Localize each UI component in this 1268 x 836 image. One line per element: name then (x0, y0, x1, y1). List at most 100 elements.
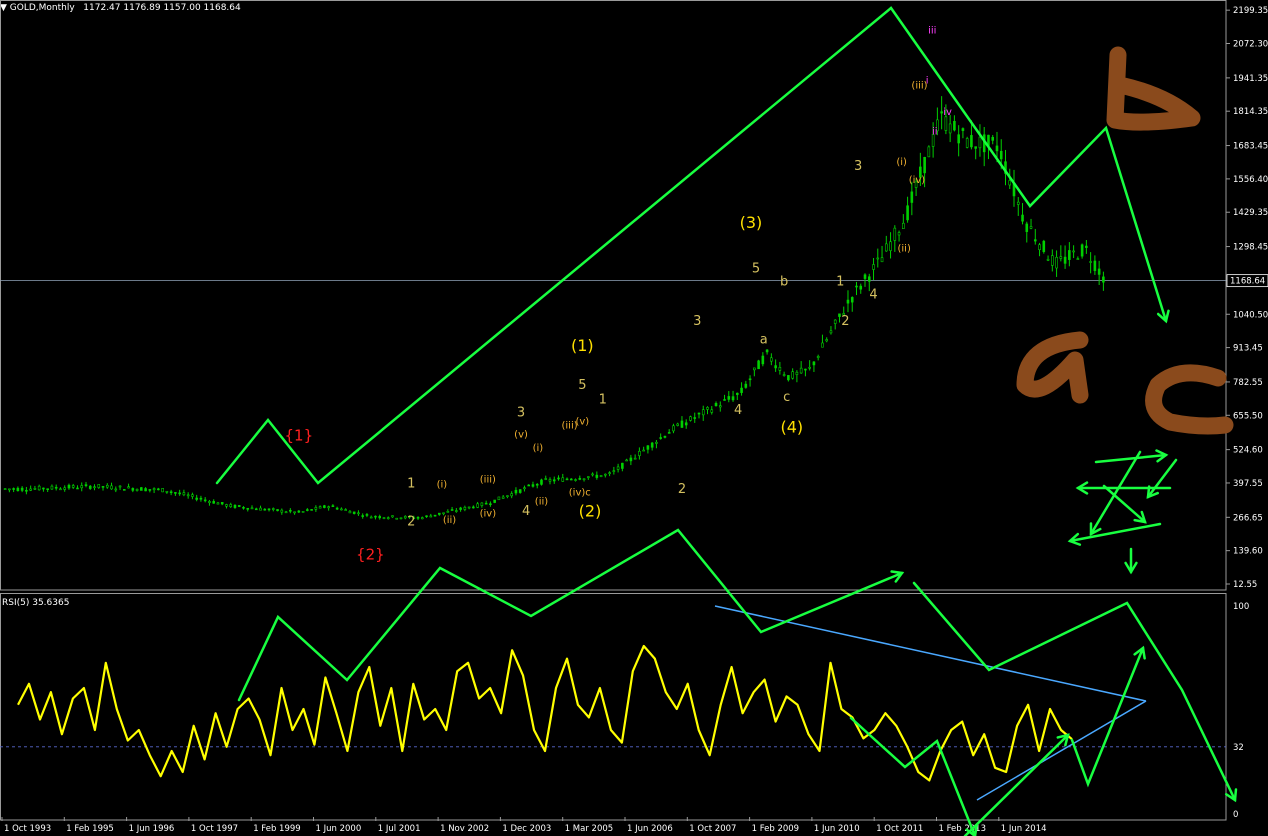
rsi-lower-trendline (976, 700, 1147, 801)
price-candle-body (876, 257, 880, 260)
price-candle-body (250, 507, 254, 510)
price-candle-body (991, 136, 995, 141)
wave-label: (ii) (443, 515, 456, 526)
price-candle-body (965, 138, 969, 148)
price-candle-body (527, 484, 531, 487)
price-candle-body (859, 285, 863, 290)
hand-drawn-c (1145, 364, 1234, 435)
price-candle-body (271, 508, 275, 510)
price-axis-label: 266.65 (1233, 513, 1263, 523)
price-candle-body (37, 485, 41, 491)
time-axis-label: 1 Mar 2005 (565, 824, 613, 834)
price-candle-body (833, 319, 837, 324)
price-candle-body (1055, 256, 1058, 269)
time-axis-label: 1 Feb 1995 (66, 824, 114, 834)
price-candle-body (480, 502, 484, 506)
price-candle-body (497, 496, 501, 501)
price-candle-body (93, 486, 96, 489)
price-candle-body (463, 506, 467, 510)
projection-arrow (1070, 646, 1145, 788)
price-candle-body (229, 504, 233, 508)
price-candle-body (1038, 244, 1041, 250)
price-axis-label: 1683.45 (1233, 142, 1268, 152)
price-candle-body (1033, 239, 1037, 242)
price-candle-body (293, 511, 296, 514)
price-candle-body (625, 459, 628, 462)
projection-arrow (1089, 450, 1142, 536)
price-axis-label: 1941.35 (1233, 74, 1268, 84)
price-candle-body (897, 232, 901, 236)
time-axis-label: 1 Oct 2007 (689, 824, 736, 834)
price-candle-body (948, 123, 952, 134)
price-candle-body (697, 412, 701, 415)
price-candle-body (442, 512, 445, 515)
price-candle-body (693, 417, 697, 419)
price-candle-body (633, 457, 637, 460)
wave-label: (iv) (909, 175, 926, 186)
price-axis-label: 1556.40 (1233, 175, 1268, 185)
price-candle-body (216, 502, 220, 505)
price-candle-body (1080, 244, 1084, 257)
wave-label: iii (928, 26, 936, 37)
price-candle-body (552, 479, 556, 482)
price-candle-body (331, 505, 335, 507)
price-candle-body (314, 507, 318, 510)
price-axis-label: 913.45 (1233, 344, 1263, 354)
price-candle-body (157, 488, 160, 491)
wave-label: 3 (693, 314, 701, 329)
projection-arrow (1094, 453, 1168, 464)
time-axis-label: 1 Jun 2010 (814, 824, 860, 834)
price-candle-body (927, 146, 931, 158)
price-candle-body (63, 487, 67, 490)
price-candle-body (220, 502, 224, 505)
price-axis-label: 397.55 (1233, 479, 1263, 489)
price-candle-body (591, 473, 594, 476)
price-candle-body (1085, 245, 1088, 248)
price-axis-label: 139.60 (1233, 547, 1263, 557)
price-candle-body (25, 489, 28, 492)
price-candle-body (612, 470, 616, 472)
price-candle-body (684, 422, 688, 426)
wave-label: (3) (740, 213, 763, 232)
price-candle-body (855, 285, 858, 288)
wave-label: (v) (514, 430, 528, 441)
price-candle-body (344, 509, 347, 511)
rsi-axis-label: 32 (1233, 743, 1244, 753)
price-pane-frame (0, 0, 1227, 591)
price-candle-body (131, 488, 135, 491)
wave-label: (ii) (897, 243, 910, 254)
price-candle-body (978, 136, 982, 149)
rsi-axis-label: 0 (1233, 810, 1238, 820)
price-candle-body (59, 488, 62, 491)
price-candle-body (101, 486, 105, 488)
wave-label: (2) (579, 501, 602, 520)
wave-label: (i) (896, 157, 907, 168)
wave-label: b (780, 275, 788, 290)
price-candle-body (778, 367, 782, 371)
price-candle-body (548, 479, 552, 482)
price-candle-body (280, 509, 284, 513)
price-candle-body (838, 313, 841, 317)
price-candle-body (212, 501, 215, 504)
price-candle-body (174, 492, 177, 494)
price-candle-body (736, 392, 739, 395)
price-candle-body (399, 517, 403, 520)
price-candle-body (1063, 256, 1067, 264)
price-candle-body (757, 360, 760, 370)
wave-label: {2} (356, 546, 385, 564)
price-candle-body (821, 342, 824, 348)
price-candle-body (118, 485, 122, 488)
price-candle-body (587, 476, 590, 478)
price-candle-body (569, 478, 573, 481)
price-candle-body (578, 477, 582, 480)
price-candle-body (335, 507, 339, 510)
projection-arrow (849, 716, 977, 836)
gold-monthly-chart[interactable]: 2199.35 2072.30 1941.35 1814.35 1683.45 1556.… (0, 0, 1268, 836)
price-candle-body (608, 472, 611, 474)
price-candle-body (306, 509, 309, 511)
wave-label: (iii) (480, 474, 496, 485)
price-candle-body (706, 407, 709, 410)
wave-label: 3 (517, 406, 525, 421)
price-candle-body (753, 367, 756, 371)
price-candle-body (846, 299, 850, 304)
